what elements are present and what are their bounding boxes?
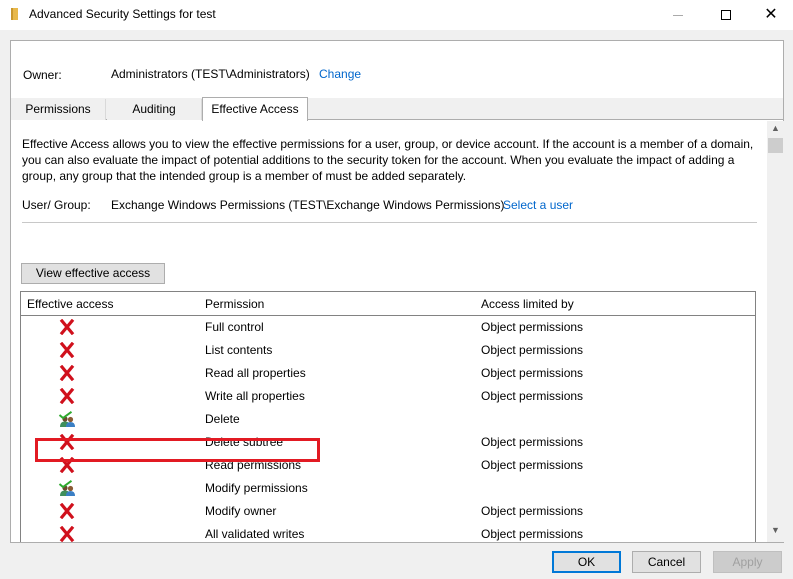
red-x-icon [58,364,76,382]
apply-button[interactable]: Apply [713,551,782,573]
title-bar: Advanced Security Settings for test ✕ [0,0,793,30]
scroll-up-icon[interactable]: ▲ [767,123,784,138]
permission-cell: Full control [205,320,264,334]
user-group-label: User/ Group: [22,198,91,212]
table-row[interactable]: Write all properties Object permissions [21,385,755,408]
table-row[interactable]: Full control Object permissions [21,316,755,339]
limited-by-cell: Object permissions [481,366,584,380]
permission-cell: Delete [205,412,240,426]
column-header-access-limited-by[interactable]: Access limited by [481,297,574,311]
ok-button[interactable]: OK [552,551,621,573]
users-check-icon [58,410,76,427]
tab-permissions[interactable]: Permissions [11,99,106,120]
limited-by-cell: Object permissions [481,389,584,403]
table-row[interactable]: Modify permissions [21,477,755,500]
close-button[interactable]: ✕ [748,0,793,30]
scroll-thumb[interactable] [768,138,783,153]
permission-cell: Read permissions [205,458,302,472]
table-row[interactable]: Delete subtree Object permissions [21,431,755,454]
minimize-icon [673,14,683,16]
permission-cell: Write all properties [205,389,305,403]
users-check-icon [58,479,76,496]
column-header-effective-access[interactable]: Effective access [27,297,113,311]
table-row[interactable]: List contents Object permissions [21,339,755,362]
red-x-icon [58,387,76,405]
red-x-icon [58,456,76,474]
limited-by-cell: Object permissions [481,320,584,334]
view-effective-access-button[interactable]: View effective access [21,263,165,284]
scroll-down-icon[interactable]: ▼ [767,525,784,540]
description-text: Effective Access allows you to view the … [22,137,754,183]
security-settings-panel: Owner: Administrators (TEST\Administrato… [10,40,784,543]
red-x-icon [58,341,76,359]
red-x-icon [58,433,76,451]
user-group-value: Exchange Windows Permissions (TEST\Excha… [111,198,505,212]
owner-value: Administrators (TEST\Administrators) [111,67,310,81]
red-x-icon [58,318,76,336]
table-row[interactable]: Delete [21,408,755,431]
select-user-link[interactable]: Select a user [503,198,573,212]
change-owner-link[interactable]: Change [319,67,361,81]
tab-effective-access[interactable]: Effective Access [202,97,308,121]
effective-access-table: Effective access Permission Access limit… [20,291,756,542]
permission-cell: Modify owner [205,504,277,518]
limited-by-cell: Object permissions [481,343,584,357]
cancel-button[interactable]: Cancel [632,551,701,573]
column-header-permission[interactable]: Permission [205,297,264,311]
table-row[interactable]: Read permissions Object permissions [21,454,755,477]
maximize-icon [721,10,731,20]
limited-by-cell: Object permissions [481,504,584,518]
tab-auditing[interactable]: Auditing [107,99,202,120]
red-x-icon [58,502,76,520]
close-icon: ✕ [764,6,778,23]
limited-by-cell: Object permissions [481,435,584,449]
window-title: Advanced Security Settings for test [29,7,216,21]
permission-cell: All validated writes [205,527,305,541]
permission-cell: Modify permissions [205,481,308,495]
maximize-button[interactable] [703,0,749,30]
folder-icon [11,8,18,20]
permission-cell: Read all properties [205,366,306,380]
minimize-button[interactable] [655,0,701,30]
effective-access-content: Effective Access allows you to view the … [11,121,767,542]
tab-strip: Permissions Auditing Effective Access [11,97,783,121]
table-row[interactable]: Modify owner Object permissions [21,500,755,523]
table-header: Effective access Permission Access limit… [21,292,755,316]
table-row[interactable]: Read all properties Object permissions [21,362,755,385]
owner-label: Owner: [23,68,62,82]
red-x-icon [58,525,76,542]
permission-cell: Delete subtree [205,435,284,449]
permission-cell: List contents [205,343,273,357]
limited-by-cell: Object permissions [481,527,584,541]
vertical-scrollbar[interactable]: ▲ ▼ [767,121,784,542]
limited-by-cell: Object permissions [481,458,584,472]
divider [22,222,757,223]
table-row[interactable]: All validated writes Object permissions [21,523,755,542]
